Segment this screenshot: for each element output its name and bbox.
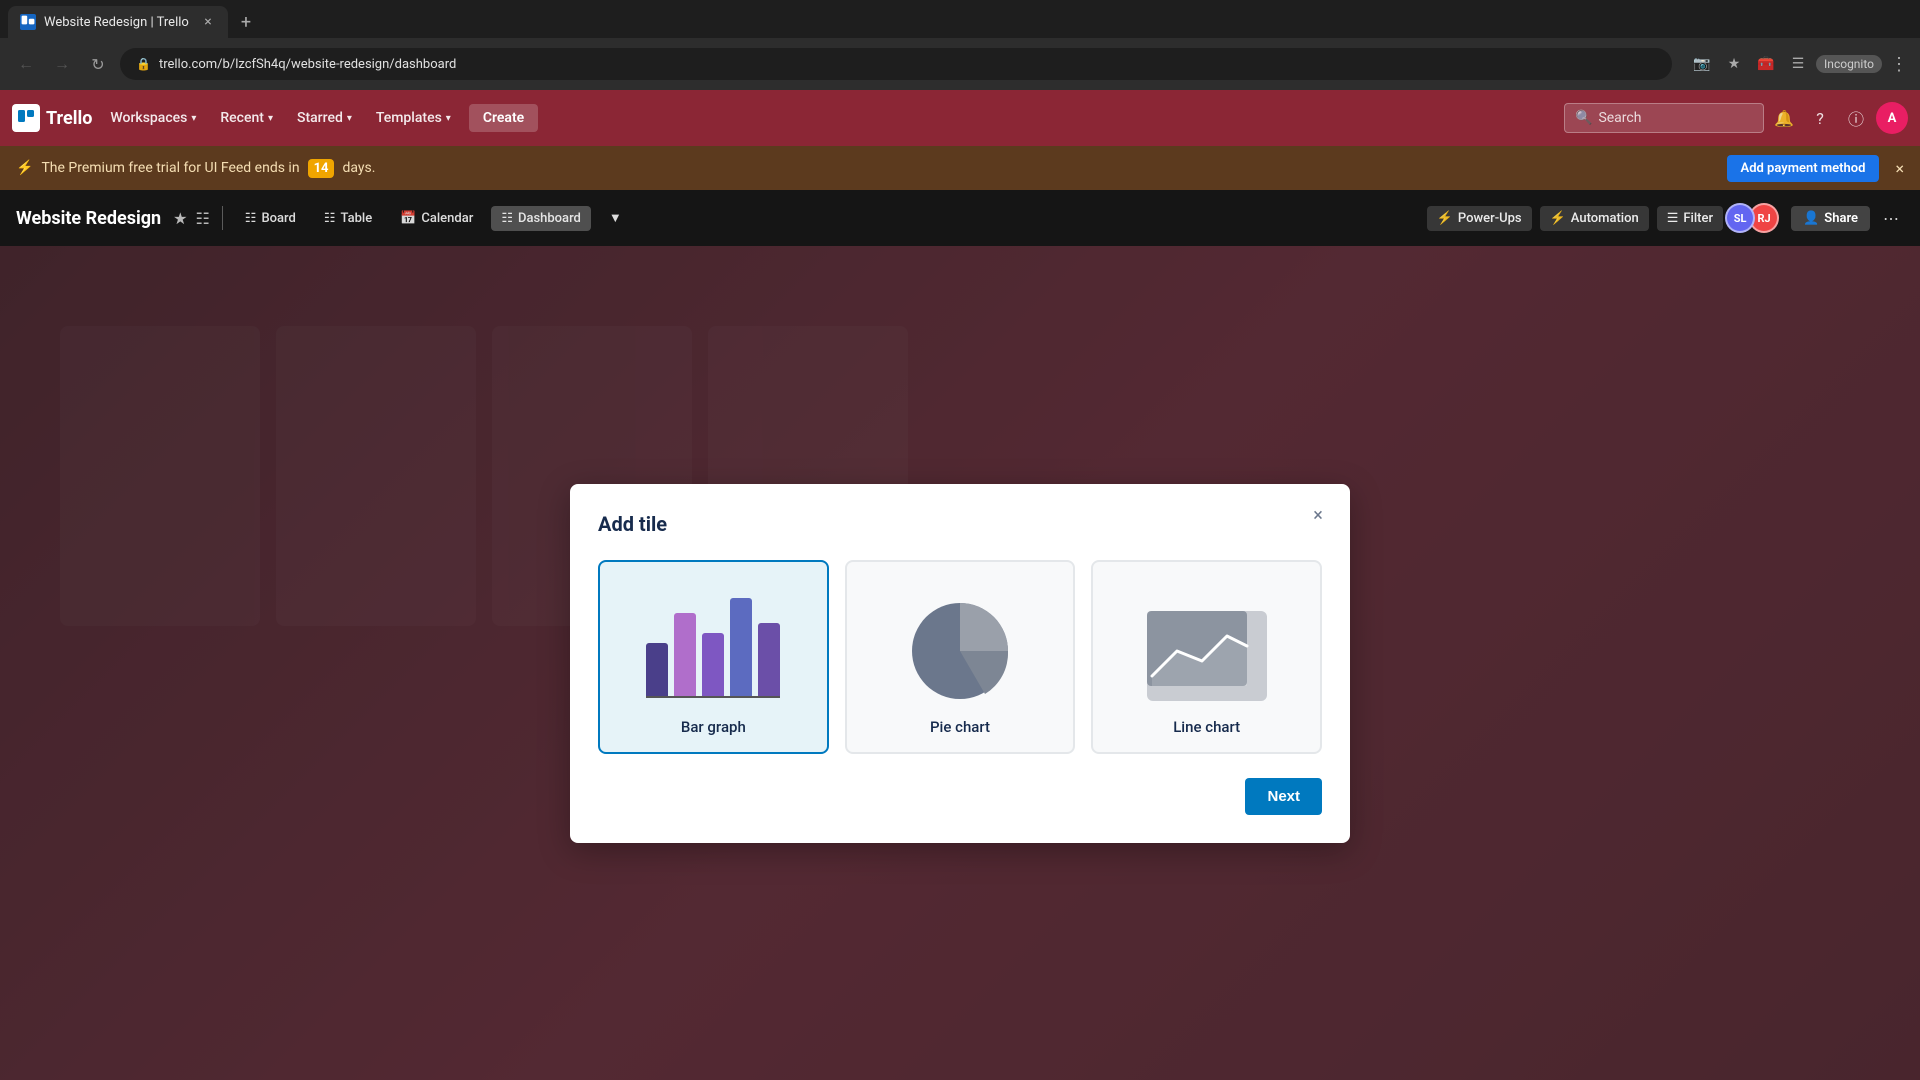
trial-close-button[interactable]: ×	[1895, 159, 1904, 178]
user-avatar[interactable]: A	[1876, 102, 1908, 134]
separator	[222, 206, 223, 230]
trial-text-before: The Premium free trial for UI Feed ends …	[41, 160, 299, 176]
modal-close-button[interactable]: ×	[1302, 500, 1334, 532]
back-button[interactable]: ←	[12, 50, 40, 78]
modal-title: Add tile	[598, 512, 1322, 536]
table-view-button[interactable]: ☷ Table	[314, 206, 382, 231]
filter-button[interactable]: ☰ Filter	[1657, 206, 1723, 231]
active-tab[interactable]: Website Redesign | Trello ×	[8, 6, 228, 38]
trello-navbar: Trello Workspaces ▾ Recent ▾ Starred ▾ T…	[0, 90, 1920, 146]
sidebar-icon[interactable]: ☰	[1784, 50, 1812, 78]
board-view-icon: ☷	[245, 211, 257, 226]
bar-4	[730, 598, 752, 698]
star-bookmark-icon[interactable]: ★	[1720, 50, 1748, 78]
pie-chart-label: Pie chart	[930, 718, 990, 736]
line-chart-label: Line chart	[1173, 718, 1240, 736]
recent-chevron-icon: ▾	[268, 113, 273, 124]
automation-icon: ⚡	[1550, 211, 1566, 226]
member-avatar-1[interactable]: SL	[1725, 203, 1755, 233]
share-button[interactable]: 👤 Share	[1791, 206, 1870, 231]
reload-button[interactable]: ↻	[84, 50, 112, 78]
board-workspace-icon[interactable]: ☷	[195, 209, 209, 228]
bar-1	[646, 643, 668, 698]
notifications-button[interactable]: 🔔	[1768, 102, 1800, 134]
trial-banner: ⚡ The Premium free trial for UI Feed end…	[0, 146, 1920, 190]
member-avatars: SL RJ	[1731, 203, 1779, 233]
new-tab-button[interactable]: +	[232, 8, 260, 36]
bar-graph-option[interactable]: Bar graph	[598, 560, 829, 754]
dashboard-view-button[interactable]: ☷ Dashboard	[491, 206, 591, 231]
trello-logo[interactable]: Trello	[12, 104, 92, 132]
bar-chart-illustration	[646, 586, 780, 706]
browser-toolbar: ← → ↻ 🔒 trello.com/b/lzcfSh4q/website-re…	[0, 38, 1920, 90]
workspaces-chevron-icon: ▾	[191, 113, 196, 124]
tab-favicon	[20, 14, 36, 30]
add-tile-modal: Add tile ×	[570, 484, 1350, 843]
extensions-icon[interactable]: 🧰	[1752, 50, 1780, 78]
starred-chevron-icon: ▾	[347, 113, 352, 124]
line-chart-illustration	[1142, 606, 1272, 706]
starred-nav-item[interactable]: Starred ▾	[287, 104, 362, 132]
dashboard-icon: ☷	[501, 211, 513, 226]
bar-graph-visual	[633, 586, 793, 706]
help-button[interactable]: ?	[1804, 102, 1836, 134]
modal-footer: Next	[598, 778, 1322, 815]
board-view-button[interactable]: ☷ Board	[235, 206, 306, 231]
toolbar-icons: 📷 ★ 🧰 ☰ Incognito ⋮	[1688, 50, 1908, 78]
trial-days-badge: 14	[308, 159, 335, 178]
address-bar[interactable]: 🔒 trello.com/b/lzcfSh4q/website-redesign…	[120, 48, 1672, 80]
pie-chart-option[interactable]: Pie chart	[845, 560, 1076, 754]
power-ups-button[interactable]: ⚡ Power-Ups	[1427, 206, 1532, 231]
create-button[interactable]: Create	[469, 104, 538, 132]
calendar-icon: 📅	[400, 211, 416, 226]
search-bar[interactable]: 🔍 Search	[1564, 103, 1764, 133]
table-view-icon: ☷	[324, 211, 336, 226]
pie-chart-visual	[880, 586, 1040, 706]
share-icon: 👤	[1803, 211, 1819, 226]
forward-button[interactable]: →	[48, 50, 76, 78]
info-button[interactable]: ⓘ	[1840, 102, 1872, 134]
add-payment-button[interactable]: Add payment method	[1727, 155, 1880, 182]
board-content: Add tile ×	[0, 246, 1920, 1080]
filter-icon: ☰	[1667, 211, 1679, 226]
url-text: trello.com/b/lzcfSh4q/website-redesign/d…	[159, 57, 456, 72]
bar-graph-label: Bar graph	[681, 718, 746, 736]
board-star-button[interactable]: ★	[173, 209, 187, 228]
power-ups-icon: ⚡	[1437, 211, 1453, 226]
more-views-button[interactable]: ▼	[599, 205, 632, 231]
incognito-badge[interactable]: Incognito	[1816, 55, 1882, 73]
pie-chart-illustration	[905, 596, 1015, 706]
trello-wordmark: Trello	[46, 108, 92, 129]
camera-icon[interactable]: 📷	[1688, 50, 1716, 78]
automation-button[interactable]: ⚡ Automation	[1540, 206, 1649, 231]
board-more-button[interactable]: ⋯	[1878, 204, 1904, 233]
tab-title: Website Redesign | Trello	[44, 15, 189, 30]
bar-2	[674, 613, 696, 698]
bar-3	[702, 633, 724, 698]
trello-app: Trello Workspaces ▾ Recent ▾ Starred ▾ T…	[0, 90, 1920, 1080]
line-chart-option[interactable]: Line chart	[1091, 560, 1322, 754]
modal-overlay: Add tile ×	[0, 246, 1920, 1080]
board-header: Website Redesign ★ ☷ ☷ Board ☷ Table 📅 C…	[0, 190, 1920, 246]
chart-options: Bar graph	[598, 560, 1322, 754]
trial-text-after: days.	[342, 160, 375, 176]
workspaces-nav-item[interactable]: Workspaces ▾	[100, 104, 206, 132]
browser-chrome: Website Redesign | Trello × + ← → ↻ 🔒 tr…	[0, 0, 1920, 90]
search-icon: 🔍	[1575, 110, 1592, 126]
recent-nav-item[interactable]: Recent ▾	[210, 104, 283, 132]
bar-5	[758, 623, 780, 698]
trello-logo-icon	[12, 104, 40, 132]
board-title: Website Redesign	[16, 208, 161, 229]
lightning-icon: ⚡	[16, 160, 33, 176]
lock-icon: 🔒	[136, 57, 151, 71]
line-chart-visual	[1127, 586, 1287, 706]
templates-chevron-icon: ▾	[446, 113, 451, 124]
templates-nav-item[interactable]: Templates ▾	[366, 104, 461, 132]
calendar-view-button[interactable]: 📅 Calendar	[390, 206, 483, 231]
tab-close-button[interactable]: ×	[200, 14, 216, 30]
browser-menu-button[interactable]: ⋮	[1890, 54, 1908, 75]
next-button[interactable]: Next	[1245, 778, 1322, 815]
tab-bar: Website Redesign | Trello × +	[0, 0, 1920, 38]
